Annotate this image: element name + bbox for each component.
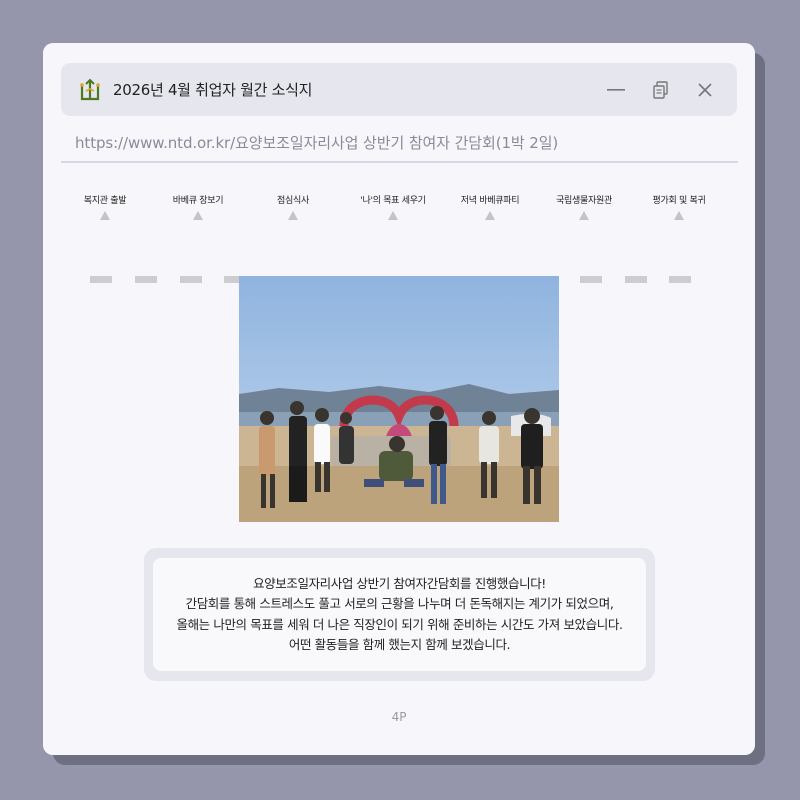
window-title: 2026년 4월 취업자 월간 소식지 — [113, 81, 313, 99]
timeline-step: 점심식사 — [243, 193, 343, 220]
minimize-icon[interactable] — [595, 70, 639, 110]
timeline-step: 평가회 및 복귀 — [629, 193, 729, 220]
timeline-dash — [580, 276, 602, 283]
timeline-step: '나'의 목표 세우기 — [343, 193, 443, 220]
title-bar: 2026년 4월 취업자 월간 소식지 — [61, 63, 737, 116]
triangle-marker-icon — [579, 211, 589, 220]
timeline-dash — [135, 276, 157, 283]
description-line: 어떤 활동들을 함께 했는지 함께 보겠습니다. — [288, 637, 511, 652]
triangle-marker-icon — [193, 211, 203, 220]
triangle-marker-icon — [388, 211, 398, 220]
close-icon[interactable] — [683, 70, 727, 110]
timeline-dash — [180, 276, 202, 283]
description-text: 요양보조일자리사업 상반기 참여자간담회를 진행했습니다! 간담회를 통해 스트… — [153, 558, 646, 671]
description-line: 요양보조일자리사업 상반기 참여자간담회를 진행했습니다! — [253, 575, 546, 591]
description-line: 올해는 나만의 목표를 세워 더 나은 직장인이 되기 위해 준비하는 시간도 … — [176, 616, 623, 632]
url-bar[interactable]: https://www.ntd.or.kr/요양보조일자리사업 상반기 참여자 … — [75, 132, 735, 153]
timeline-step-label: 점심식사 — [277, 196, 309, 206]
timeline-step-label: 평가회 및 복귀 — [652, 196, 706, 206]
timeline-step: 복지관 출발 — [55, 193, 155, 220]
timeline-step-label: 국립생물자원관 — [556, 196, 612, 206]
timeline-step-label: 바베큐 장보기 — [172, 196, 224, 206]
timeline-dash — [669, 276, 691, 283]
description-box: 요양보조일자리사업 상반기 참여자간담회를 진행했습니다! 간담회를 통해 스트… — [144, 548, 655, 681]
timeline-step-label: 저녁 바베큐파티 — [460, 196, 520, 206]
triangle-marker-icon — [674, 211, 684, 220]
timeline-dash — [90, 276, 112, 283]
triangle-marker-icon — [288, 211, 298, 220]
timeline-step-label: 복지관 출발 — [83, 196, 127, 206]
page-number: 4P — [391, 710, 407, 724]
timeline-step-label: '나'의 목표 세우기 — [360, 196, 426, 206]
timeline-step: 저녁 바베큐파티 — [440, 193, 540, 220]
description-line: 간담회를 통해 스트레스도 풀고 서로의 근황을 나누며 더 돈독해지는 계기가… — [185, 596, 614, 611]
timeline-step: 국립생물자원관 — [534, 193, 634, 220]
triangle-marker-icon — [485, 211, 495, 220]
newsletter-window: 2026년 4월 취업자 월간 소식지 https://www.ntd.or.k… — [43, 43, 755, 755]
activity-timeline: 복지관 출발 바베큐 장보기 점심식사 '나'의 목표 세우기 저녁 바베큐파티… — [43, 193, 755, 283]
timeline-dash — [625, 276, 647, 283]
timeline-step: 바베큐 장보기 — [148, 193, 248, 220]
restore-icon[interactable] — [639, 70, 683, 110]
logo-icon — [75, 75, 105, 105]
triangle-marker-icon — [100, 211, 110, 220]
group-photo-image — [239, 276, 559, 522]
url-divider — [61, 161, 738, 163]
